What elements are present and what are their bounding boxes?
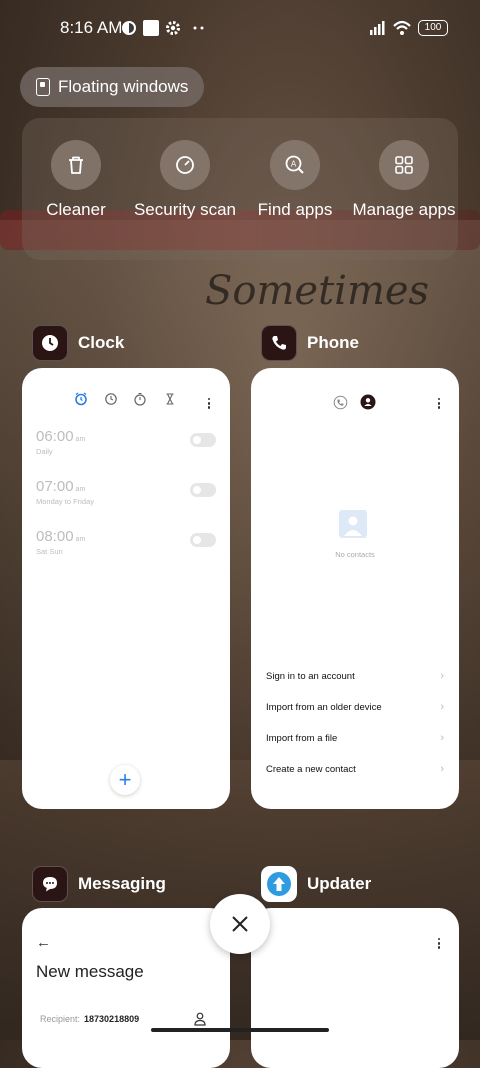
clear-all-button[interactable] <box>210 894 270 954</box>
timer-tab-icon[interactable] <box>163 392 177 406</box>
chevron-right-icon: › <box>440 670 444 682</box>
option-label: Import from a file <box>266 733 338 744</box>
floating-windows-button[interactable]: Floating windows <box>20 67 205 107</box>
find-apps-button[interactable]: A Find apps <box>240 140 350 220</box>
quick-actions-panel: Cleaner Security scan A Find apps Manage… <box>22 118 458 260</box>
trash-icon <box>51 140 101 190</box>
alarm-row[interactable]: 06:00 am Daily <box>36 428 216 462</box>
phone-app-icon <box>261 325 297 361</box>
clock-app-header[interactable]: Clock <box>32 325 124 361</box>
status-bar: 8:16 AM 100 <box>0 0 480 56</box>
alarm-repeat: Daily <box>36 447 53 456</box>
security-scan-label: Security scan <box>133 200 237 219</box>
empty-state-text: No contacts <box>335 550 375 559</box>
alarm-time: 06:00 <box>36 428 74 445</box>
messaging-app-header[interactable]: Messaging <box>32 866 166 902</box>
close-icon <box>232 916 248 932</box>
call-log-tab-icon[interactable] <box>333 395 348 410</box>
security-scan-button[interactable]: Security scan <box>130 140 240 220</box>
phone-app-card[interactable]: No contacts Sign in to an account › Impor… <box>251 368 459 809</box>
import-older-device-option[interactable]: Import from an older device › <box>266 701 444 718</box>
updater-app-header[interactable]: Updater <box>261 866 371 902</box>
home-indicator[interactable] <box>151 1028 329 1032</box>
updater-app-icon <box>261 866 297 902</box>
alarm-ampm: am <box>75 486 86 493</box>
floating-windows-label: Floating windows <box>58 77 189 96</box>
manage-apps-button[interactable]: Manage apps <box>349 140 459 220</box>
alarm-toggle[interactable] <box>190 433 216 447</box>
cleaner-button[interactable]: Cleaner <box>21 140 131 220</box>
import-file-option[interactable]: Import from a file › <box>266 732 444 749</box>
back-arrow-icon[interactable]: ← <box>36 934 51 951</box>
battery-indicator: 100 <box>418 20 448 36</box>
svg-text:A: A <box>291 160 297 169</box>
app-notification-icon <box>122 21 136 35</box>
contact-picker-icon[interactable] <box>194 1012 206 1026</box>
find-apps-icon: A <box>270 140 320 190</box>
clock-app-icon <box>32 325 68 361</box>
updater-menu-icon[interactable] <box>438 938 441 951</box>
chevron-right-icon: › <box>440 732 444 744</box>
grid-icon <box>379 140 429 190</box>
option-label: Sign in to an account <box>266 671 355 682</box>
updater-app-name: Updater <box>307 874 372 893</box>
messaging-app-name: Messaging <box>78 874 166 893</box>
alarm-toggle[interactable] <box>190 483 216 497</box>
phone-menu-icon[interactable] <box>438 398 441 411</box>
cleaner-label: Cleaner <box>46 200 106 219</box>
square-notification-icon <box>143 20 159 36</box>
alarm-tab-icon[interactable] <box>74 392 88 406</box>
contacts-tab-icon[interactable] <box>360 394 376 410</box>
recipient-value: 18730218809 <box>84 1014 140 1024</box>
shield-scan-icon <box>160 140 210 190</box>
chevron-right-icon: › <box>440 763 444 775</box>
recipient-field[interactable]: Recipient: 18730218809 <box>40 1014 139 1024</box>
alarm-row[interactable]: 08:00 am Sat Sun <box>36 528 216 562</box>
gear-icon <box>166 21 180 35</box>
manage-apps-label: Manage apps <box>352 200 456 219</box>
recipient-label: Recipient: <box>40 1014 81 1024</box>
clock-app-name: Clock <box>78 333 125 352</box>
chevron-right-icon: › <box>440 701 444 713</box>
alarm-time: 08:00 <box>36 528 74 545</box>
wifi-icon <box>393 20 411 35</box>
signal-icon <box>370 21 385 35</box>
option-label: Import from an older device <box>266 702 382 713</box>
clock-menu-icon[interactable] <box>208 398 211 411</box>
alarm-time: 07:00 <box>36 478 74 495</box>
phone-app-header[interactable]: Phone <box>261 325 359 361</box>
wallpaper-text: Sometimes <box>205 268 430 314</box>
find-apps-label: Find apps <box>257 200 333 219</box>
more-dots-icon <box>193 26 204 30</box>
phone-app-name: Phone <box>307 333 359 352</box>
world-clock-tab-icon[interactable] <box>104 392 118 406</box>
alarm-repeat: Monday to Friday <box>36 497 94 506</box>
floating-window-icon <box>36 78 50 96</box>
status-time: 8:16 AM <box>60 18 123 37</box>
alarm-toggle[interactable] <box>190 533 216 547</box>
new-message-title: New message <box>36 962 144 981</box>
alarm-ampm: am <box>75 536 86 543</box>
option-label: Create a new contact <box>266 764 356 775</box>
updater-app-card[interactable] <box>251 908 459 1068</box>
create-contact-option[interactable]: Create a new contact › <box>266 763 444 780</box>
alarm-ampm: am <box>75 436 86 443</box>
sign-in-account-option[interactable]: Sign in to an account › <box>266 670 444 687</box>
messaging-app-icon <box>32 866 68 902</box>
empty-contact-icon <box>339 510 367 538</box>
clock-tabs <box>22 392 230 411</box>
alarm-repeat: Sat Sun <box>36 547 63 556</box>
messaging-app-card[interactable]: ← New message Recipient: 18730218809 <box>22 908 230 1068</box>
alarm-row[interactable]: 07:00 am Monday to Friday <box>36 478 216 512</box>
add-alarm-button[interactable]: + <box>110 765 140 795</box>
clock-app-card[interactable]: 06:00 am Daily 07:00 am Monday to Friday 0… <box>22 368 230 809</box>
stopwatch-tab-icon[interactable] <box>133 392 147 406</box>
